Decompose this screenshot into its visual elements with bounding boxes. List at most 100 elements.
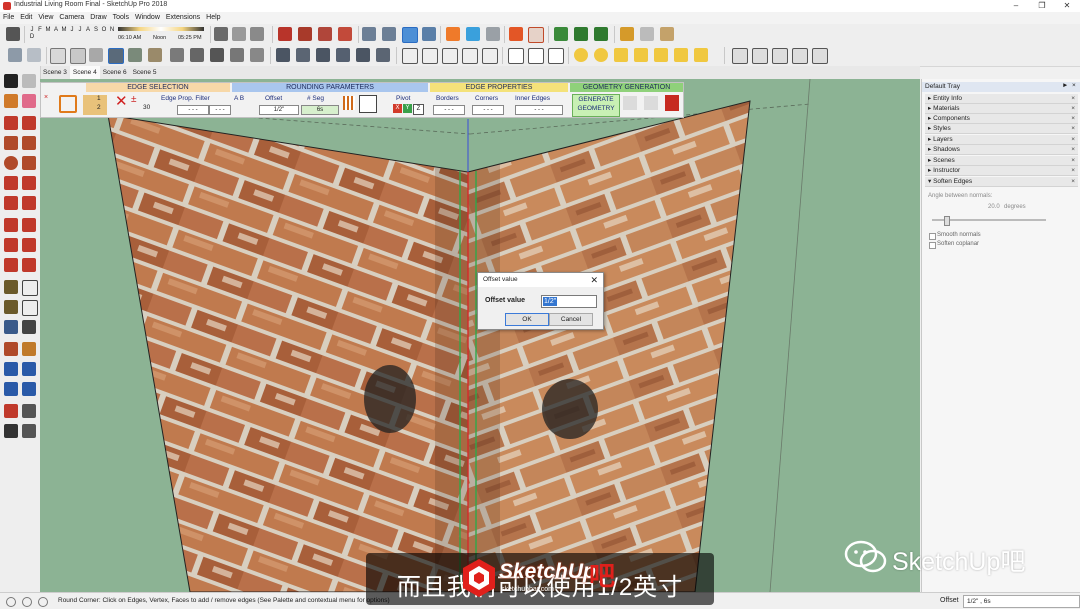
tool-icon[interactable] — [316, 48, 330, 62]
component-icon[interactable] — [620, 27, 634, 41]
orbit-icon[interactable] — [382, 27, 396, 41]
arc-3pt-icon[interactable] — [4, 196, 18, 210]
move-icon[interactable] — [4, 218, 18, 232]
credits-icon[interactable] — [22, 597, 32, 607]
tree-icon[interactable] — [574, 27, 588, 41]
unselect-icon[interactable]: ✕ — [115, 94, 128, 109]
make-component-icon[interactable] — [22, 74, 36, 88]
tool-icon[interactable] — [732, 48, 748, 64]
profile-icon[interactable] — [343, 96, 355, 110]
tool-icon[interactable] — [336, 48, 350, 62]
tab-scene-4[interactable]: Scene 4 — [69, 66, 100, 79]
view-iso-icon[interactable] — [8, 48, 22, 62]
panel-close-icon[interactable]: × — [1071, 94, 1075, 103]
position-camera-icon[interactable] — [4, 404, 18, 418]
edge-filter-field[interactable]: - - - — [177, 105, 209, 115]
panel-components[interactable]: ▸ Components × — [925, 114, 1078, 124]
tool-icon[interactable] — [772, 48, 788, 64]
zoom-window-icon[interactable] — [22, 362, 36, 376]
window-icon[interactable] — [508, 48, 524, 64]
exit-icon[interactable] — [665, 95, 679, 111]
tree-icon[interactable] — [594, 27, 608, 41]
tab-scene-3[interactable]: Scene 3 — [40, 66, 70, 79]
protractor-icon[interactable] — [4, 300, 18, 314]
generate-geometry-button[interactable]: GENERATE GEOMETRY — [572, 94, 620, 117]
select-icon[interactable] — [4, 74, 18, 88]
offset-icon[interactable] — [22, 258, 36, 272]
geo-location-icon[interactable] — [6, 597, 16, 607]
text-icon[interactable] — [22, 300, 38, 316]
shadow-time-slider[interactable] — [118, 27, 204, 31]
round-corner-icon[interactable] — [422, 27, 436, 41]
ruby-tool-icon[interactable] — [278, 27, 292, 41]
axis-z[interactable]: Z — [413, 104, 424, 115]
minimize-icon[interactable]: – — [1004, 0, 1028, 12]
tool-icon[interactable] — [276, 48, 290, 62]
rotate-icon[interactable] — [4, 238, 18, 252]
menu-draw[interactable]: Draw — [87, 12, 109, 24]
offset-value-input[interactable]: 1/2" — [541, 295, 597, 308]
tool-icon[interactable] — [614, 48, 628, 62]
model-viewport[interactable] — [40, 79, 920, 592]
cancel-button[interactable]: Cancel — [549, 313, 593, 326]
tool-icon[interactable] — [752, 48, 768, 64]
components-icon[interactable] — [170, 48, 184, 62]
polygon-icon[interactable] — [22, 156, 36, 170]
measurements-box[interactable]: 1/2" , 6s — [963, 595, 1080, 608]
warehouse-icon[interactable] — [210, 48, 224, 62]
corners-field[interactable]: - - - — [472, 105, 504, 115]
line-icon[interactable] — [4, 116, 18, 130]
edge-filter-field[interactable]: - - - — [209, 105, 231, 115]
circle-icon[interactable] — [4, 156, 18, 170]
panel-close-icon[interactable]: × — [1071, 166, 1075, 175]
xray-icon[interactable] — [50, 48, 66, 64]
teapot-icon[interactable] — [422, 48, 438, 64]
restore-icon[interactable]: ❐ — [1030, 0, 1054, 12]
ruby-tool-icon[interactable] — [318, 27, 332, 41]
tree-icon[interactable] — [554, 27, 568, 41]
panel-scenes[interactable]: ▸ Scenes × — [925, 156, 1078, 166]
close-icon[interactable]: ✕ — [1055, 0, 1079, 12]
pie-icon[interactable] — [22, 196, 36, 210]
follow-me-icon[interactable] — [22, 238, 36, 252]
tape-measure-icon[interactable] — [4, 280, 18, 294]
tray-close-icon[interactable]: × — [1072, 82, 1076, 89]
close-palette-icon[interactable]: × — [44, 94, 56, 114]
menu-extensions[interactable]: Extensions — [163, 12, 203, 24]
wireframe-icon[interactable] — [70, 48, 86, 64]
tool-icon[interactable] — [442, 48, 458, 64]
hidden-line-icon[interactable] — [89, 48, 103, 62]
rotated-rectangle-icon[interactable] — [22, 136, 36, 150]
section-plane-icon[interactable] — [22, 424, 36, 438]
panel-close-icon[interactable]: × — [1071, 114, 1075, 123]
menu-camera[interactable]: Camera — [56, 12, 87, 24]
eraser-icon[interactable] — [22, 94, 36, 108]
axes-icon[interactable] — [4, 320, 18, 334]
ruby-tool-icon[interactable] — [338, 27, 352, 41]
dimension-icon[interactable] — [22, 280, 38, 296]
solid-icon[interactable] — [446, 27, 460, 41]
ab-label[interactable]: A B — [234, 95, 244, 103]
tool-icon[interactable] — [296, 48, 310, 62]
help-icon[interactable] — [38, 597, 48, 607]
tool-icon[interactable] — [482, 48, 498, 64]
tab-scene-6[interactable]: Scene 6 — [100, 66, 130, 79]
shaded-texture-icon[interactable] — [108, 48, 124, 64]
tool-icon[interactable] — [634, 48, 648, 62]
tool-icon[interactable] — [402, 48, 418, 64]
menu-tools[interactable]: Tools — [110, 12, 132, 24]
arc-2pt-icon[interactable] — [22, 176, 36, 190]
curve-profile-icon[interactable] — [359, 95, 377, 113]
dialog-close-icon[interactable]: ✕ — [590, 274, 598, 286]
previous-view-icon[interactable] — [22, 382, 36, 396]
tool-icon[interactable] — [462, 48, 478, 64]
undo-icon[interactable] — [623, 96, 637, 110]
ok-button[interactable]: OK — [505, 313, 549, 326]
fog-icon[interactable] — [232, 27, 246, 41]
offset-field[interactable]: 1/2" — [259, 105, 299, 115]
tool-icon[interactable] — [376, 48, 390, 62]
panel-styles[interactable]: ▸ Styles × — [925, 124, 1078, 134]
move-icon[interactable] — [362, 27, 376, 41]
tool-icon[interactable] — [654, 48, 668, 62]
grid-icon[interactable] — [528, 27, 544, 43]
